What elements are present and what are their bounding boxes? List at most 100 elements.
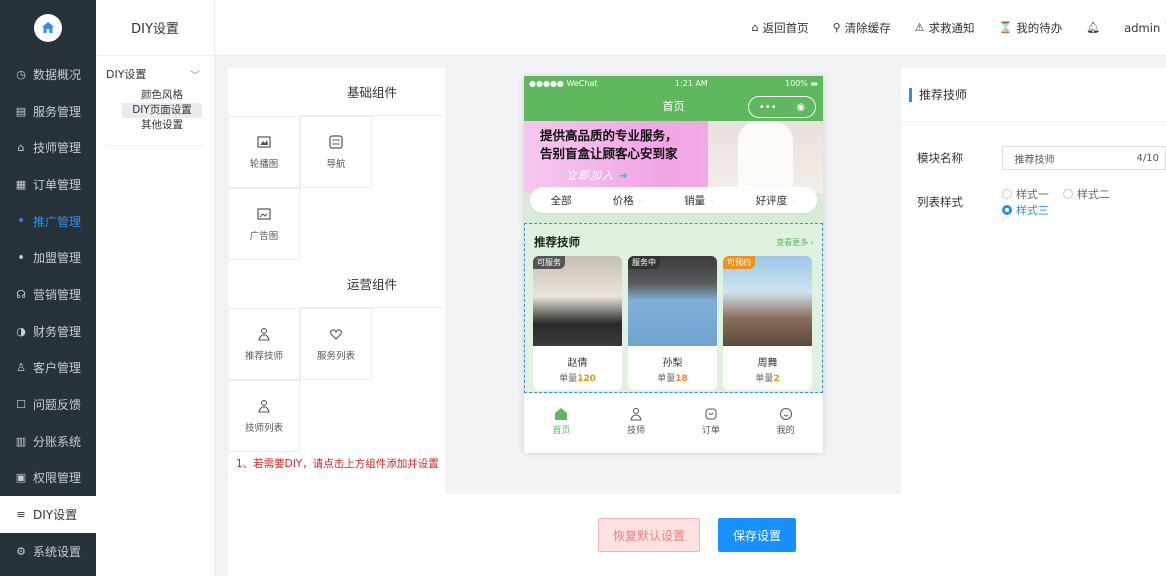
radio-circle — [1001, 189, 1012, 199]
basic-components-title: 基础组件 — [300, 68, 444, 116]
radio-style-2[interactable]: 样式二 — [1062, 186, 1110, 202]
char-counter: 4/10 — [1136, 152, 1159, 164]
sidebar-item-system[interactable]: ⚙ 系统设置 — [0, 533, 96, 570]
user-menu[interactable]: adminˇ — [1124, 21, 1166, 35]
house-icon: ⌂ — [17, 141, 25, 155]
sidebar-item-label: 问题反馈 — [33, 398, 82, 413]
sos-link[interactable]: ⚠ 求救通知 — [915, 20, 975, 36]
tab-orders[interactable]: 订单 — [702, 407, 720, 436]
todo-link[interactable]: ⌛ 我的待办 — [999, 20, 1063, 36]
tech-card[interactable]: 服务中 孙梨 单量18 — [628, 256, 717, 390]
sidebar-item-split[interactable]: ▥ 分账系统 — [0, 423, 96, 460]
radio-circle — [1062, 189, 1073, 199]
component-carousel[interactable]: 轮播图 — [228, 116, 300, 188]
component-nav[interactable]: 导航 — [300, 116, 372, 188]
order-icon: ▦ — [15, 177, 27, 191]
sidebar-item-promotion[interactable]: ꔷ 推广管理 — [0, 203, 96, 240]
sidebar-item-dashboard[interactable]: ◷ 数据概况 — [0, 56, 96, 93]
main-sidebar: ◷ 数据概况 ▤ 服务管理 ⌂ 技师管理 ▦ 订单管理 ꔷ 推广管理 ꔷ 加盟管理 ☊ 营销管… — [0, 0, 96, 576]
module-name-label: 模块名称 — [917, 151, 963, 165]
filter-sales[interactable]: 销量 ◦ — [684, 193, 714, 208]
sidebar-item-services[interactable]: ▤ 服务管理 — [0, 93, 96, 130]
filter-rating[interactable]: 好评度 ◦ — [756, 193, 797, 208]
sub-sidebar: DIY设置 DIY设置 ﹀ 颜色风格 DIY页面设置 其他设置 — [96, 0, 215, 576]
tab-mine[interactable]: 我的 — [777, 407, 795, 436]
sidebar-item-feedback[interactable]: ☐ 问题反馈 — [0, 386, 96, 423]
sidebar-item-permissions[interactable]: ▣ 权限管理 — [0, 460, 96, 497]
sidebar-item-label: 客户管理 — [33, 361, 82, 376]
sub-item-other-settings[interactable]: 其他设置 — [122, 118, 202, 133]
sort-icon: ◦ — [707, 196, 715, 206]
filter-price[interactable]: 价格 ◦ — [613, 193, 643, 208]
banner-model-image — [708, 121, 823, 193]
tech-card[interactable]: 可服务 赵倩 单量120 — [533, 256, 622, 390]
sidebar-item-orders[interactable]: ▦ 订单管理 — [0, 166, 96, 203]
list-style-row: 列表样式 样式一 样式二 样式三 — [901, 186, 1166, 218]
sub-item-diy-page[interactable]: DIY页面设置 — [122, 103, 202, 118]
top-bar: ⌂返回首页 ⚲清除缓存 ⚠求救通知 ⌛我的待办 🔔︎ adminˇ — [215, 0, 1166, 56]
order-icon — [705, 408, 717, 419]
see-more-link[interactable]: 查看更多 › — [776, 237, 814, 248]
module-name-input[interactable]: 推荐技师 4/10 — [1001, 146, 1166, 170]
radio-style-3[interactable]: 样式三 — [1001, 202, 1049, 218]
save-settings-button[interactable]: 保存设置 — [718, 518, 796, 552]
component-label: 广告图 — [249, 231, 279, 242]
recommend-tech-module[interactable]: 推荐技师 查看更多 › 可服务 赵倩 单量120 服务中 孙梨 单量18 可预约… — [524, 223, 823, 393]
time-label: 1:21 AM — [674, 79, 708, 88]
battery: 100% ▬ — [785, 79, 818, 88]
filter-label: 价格 — [612, 194, 634, 207]
broom-icon: ⚲ — [832, 21, 841, 34]
tech-name: 孙梨 — [662, 358, 683, 369]
sidebar-item-label: 分账系统 — [33, 434, 82, 449]
reset-default-button[interactable]: 恢复默认设置 — [598, 518, 700, 552]
notification-bell[interactable]: 🔔︎ — [1086, 21, 1100, 34]
component-label: 导航 — [326, 159, 346, 170]
sidebar-item-diy[interactable]: ≡ DIY设置 — [0, 496, 96, 533]
component-service-list[interactable]: 服务列表 — [300, 308, 372, 380]
tech-card[interactable]: 可预约 周舞 单量2 — [723, 256, 812, 390]
feedback-icon: ☐ — [16, 398, 26, 412]
component-ad-image[interactable]: 广告图 — [228, 188, 300, 260]
sidebar-item-finance[interactable]: ◑ 财务管理 — [0, 313, 96, 350]
banner-line-2: 告别盲盒让顾客心安到家 — [540, 146, 678, 161]
recommend-title: 推荐技师 — [534, 235, 580, 249]
phone-preview: ●●●●● WeChat 1:21 AM 100% ▬ 首页 ••• ◉ 提供高品… — [524, 76, 823, 453]
todo-label: 我的待办 — [1016, 20, 1063, 35]
sidebar-item-technicians[interactable]: ⌂ 技师管理 — [0, 129, 96, 166]
sub-group-diy[interactable]: DIY设置 ﹀ — [96, 56, 214, 88]
sort-icon: ◦ — [635, 196, 644, 206]
sidebar-item-marketing[interactable]: ☊ 营销管理 — [0, 276, 96, 313]
home-link[interactable]: ⌂ 返回首页 — [752, 20, 809, 36]
bar-chart-icon: ▥ — [15, 434, 27, 448]
home-icon — [555, 407, 568, 420]
properties-header: 推荐技师 — [901, 68, 1166, 122]
app-logo[interactable] — [0, 0, 96, 56]
main-content: 基础组件 轮播图 导航 广告图 运营组件 推荐技师 服务列表 技师列表 1、若需… — [215, 56, 1166, 576]
component-label: 轮播图 — [249, 159, 279, 170]
tab-technicians[interactable]: 技师 — [627, 407, 645, 436]
finance-icon: ◑ — [16, 324, 26, 338]
sidebar-item-customers[interactable]: ♙ 客户管理 — [0, 350, 96, 387]
ops-components-title: 运营组件 — [300, 260, 444, 308]
sidebar-item-franchise[interactable]: ꔷ 加盟管理 — [0, 239, 96, 276]
mini-program-capsule[interactable]: ••• ◉ — [748, 96, 816, 118]
component-tech-list[interactable]: 技师列表 — [228, 380, 300, 452]
count-value: 120 — [577, 374, 596, 384]
sidebar-item-label: 权限管理 — [33, 471, 82, 486]
filter-label: 销量 — [684, 194, 706, 207]
clear-cache-link[interactable]: ⚲ 清除缓存 — [833, 20, 891, 36]
banner-carousel[interactable]: 提供高品质的专业服务， 告别盲盒让顾客心安到家 立即加入 ➜ — [524, 121, 823, 193]
filter-all[interactable]: 全部 — [551, 193, 572, 208]
heart-hand-icon — [329, 329, 343, 340]
sub-item-color-style[interactable]: 颜色风格 — [122, 88, 202, 103]
tab-home[interactable]: 首页 — [552, 407, 570, 436]
sidebar-item-label: 订单管理 — [33, 177, 82, 192]
phone-title: 首页 — [662, 100, 685, 113]
sidebar-item-label: 系统设置 — [33, 544, 82, 559]
radio-style-1[interactable]: 样式一 — [1001, 186, 1049, 202]
component-recommend-tech[interactable]: 推荐技师 — [228, 308, 300, 380]
gear-icon: ⚙ — [16, 544, 26, 558]
tech-name: 赵倩 — [567, 358, 588, 369]
radio-label: 样式三 — [1015, 204, 1049, 217]
carrier-label: ●●●●● WeChat — [529, 79, 598, 88]
